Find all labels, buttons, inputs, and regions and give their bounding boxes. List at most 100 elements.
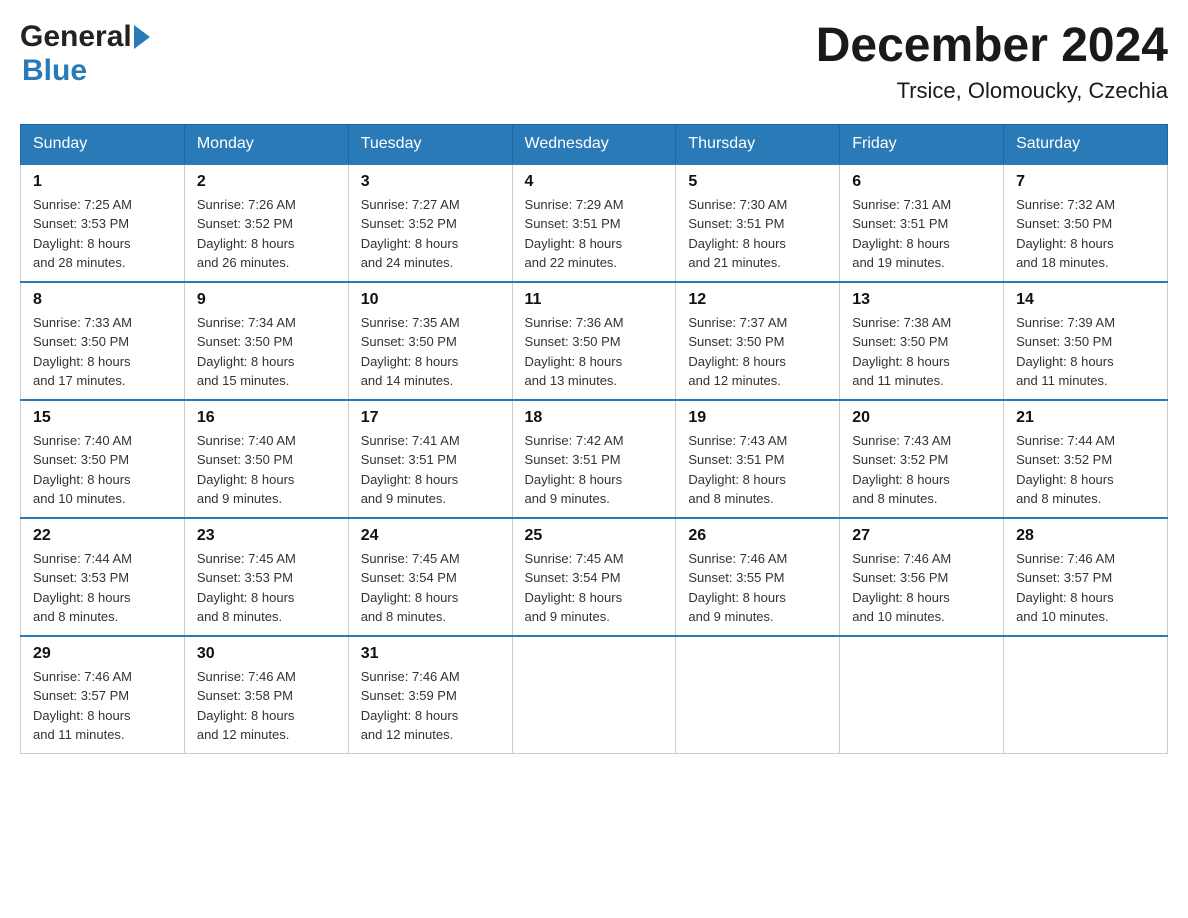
table-row: 15 Sunrise: 7:40 AM Sunset: 3:50 PM Dayl… — [21, 400, 185, 518]
header-monday: Monday — [184, 124, 348, 164]
day-info: Sunrise: 7:40 AM Sunset: 3:50 PM Dayligh… — [33, 431, 172, 509]
day-number: 14 — [1016, 291, 1155, 309]
table-row: 9 Sunrise: 7:34 AM Sunset: 3:50 PM Dayli… — [184, 282, 348, 400]
day-info: Sunrise: 7:33 AM Sunset: 3:50 PM Dayligh… — [33, 313, 172, 391]
day-number: 17 — [361, 409, 500, 427]
day-info: Sunrise: 7:30 AM Sunset: 3:51 PM Dayligh… — [688, 195, 827, 273]
day-number: 21 — [1016, 409, 1155, 427]
table-row: 16 Sunrise: 7:40 AM Sunset: 3:50 PM Dayl… — [184, 400, 348, 518]
day-info: Sunrise: 7:40 AM Sunset: 3:50 PM Dayligh… — [197, 431, 336, 509]
day-info: Sunrise: 7:27 AM Sunset: 3:52 PM Dayligh… — [361, 195, 500, 273]
day-info: Sunrise: 7:44 AM Sunset: 3:52 PM Dayligh… — [1016, 431, 1155, 509]
day-number: 12 — [688, 291, 827, 309]
day-number: 2 — [197, 173, 336, 191]
day-info: Sunrise: 7:46 AM Sunset: 3:55 PM Dayligh… — [688, 549, 827, 627]
day-number: 9 — [197, 291, 336, 309]
day-info: Sunrise: 7:26 AM Sunset: 3:52 PM Dayligh… — [197, 195, 336, 273]
day-info: Sunrise: 7:38 AM Sunset: 3:50 PM Dayligh… — [852, 313, 991, 391]
day-info: Sunrise: 7:43 AM Sunset: 3:52 PM Dayligh… — [852, 431, 991, 509]
table-row: 6 Sunrise: 7:31 AM Sunset: 3:51 PM Dayli… — [840, 164, 1004, 282]
day-number: 20 — [852, 409, 991, 427]
page-header: General Blue December 2024 Trsice, Olomo… — [20, 20, 1168, 104]
day-number: 7 — [1016, 173, 1155, 191]
day-number: 5 — [688, 173, 827, 191]
calendar-week-row: 22 Sunrise: 7:44 AM Sunset: 3:53 PM Dayl… — [21, 518, 1168, 636]
table-row — [1004, 636, 1168, 754]
day-info: Sunrise: 7:35 AM Sunset: 3:50 PM Dayligh… — [361, 313, 500, 391]
day-info: Sunrise: 7:45 AM Sunset: 3:53 PM Dayligh… — [197, 549, 336, 627]
calendar-week-row: 15 Sunrise: 7:40 AM Sunset: 3:50 PM Dayl… — [21, 400, 1168, 518]
day-number: 18 — [525, 409, 664, 427]
table-row: 3 Sunrise: 7:27 AM Sunset: 3:52 PM Dayli… — [348, 164, 512, 282]
day-info: Sunrise: 7:39 AM Sunset: 3:50 PM Dayligh… — [1016, 313, 1155, 391]
table-row: 25 Sunrise: 7:45 AM Sunset: 3:54 PM Dayl… — [512, 518, 676, 636]
table-row: 29 Sunrise: 7:46 AM Sunset: 3:57 PM Dayl… — [21, 636, 185, 754]
logo-chevron-icon — [134, 25, 150, 49]
table-row: 13 Sunrise: 7:38 AM Sunset: 3:50 PM Dayl… — [840, 282, 1004, 400]
day-info: Sunrise: 7:46 AM Sunset: 3:56 PM Dayligh… — [852, 549, 991, 627]
day-number: 4 — [525, 173, 664, 191]
day-number: 29 — [33, 645, 172, 663]
table-row: 4 Sunrise: 7:29 AM Sunset: 3:51 PM Dayli… — [512, 164, 676, 282]
day-number: 13 — [852, 291, 991, 309]
day-info: Sunrise: 7:32 AM Sunset: 3:50 PM Dayligh… — [1016, 195, 1155, 273]
table-row: 17 Sunrise: 7:41 AM Sunset: 3:51 PM Dayl… — [348, 400, 512, 518]
table-row: 30 Sunrise: 7:46 AM Sunset: 3:58 PM Dayl… — [184, 636, 348, 754]
day-info: Sunrise: 7:46 AM Sunset: 3:58 PM Dayligh… — [197, 667, 336, 745]
table-row: 23 Sunrise: 7:45 AM Sunset: 3:53 PM Dayl… — [184, 518, 348, 636]
day-info: Sunrise: 7:36 AM Sunset: 3:50 PM Dayligh… — [525, 313, 664, 391]
table-row: 14 Sunrise: 7:39 AM Sunset: 3:50 PM Dayl… — [1004, 282, 1168, 400]
day-info: Sunrise: 7:42 AM Sunset: 3:51 PM Dayligh… — [525, 431, 664, 509]
calendar-week-row: 8 Sunrise: 7:33 AM Sunset: 3:50 PM Dayli… — [21, 282, 1168, 400]
day-number: 1 — [33, 173, 172, 191]
day-info: Sunrise: 7:37 AM Sunset: 3:50 PM Dayligh… — [688, 313, 827, 391]
table-row: 19 Sunrise: 7:43 AM Sunset: 3:51 PM Dayl… — [676, 400, 840, 518]
day-number: 10 — [361, 291, 500, 309]
header-sunday: Sunday — [21, 124, 185, 164]
table-row — [676, 636, 840, 754]
day-info: Sunrise: 7:31 AM Sunset: 3:51 PM Dayligh… — [852, 195, 991, 273]
table-row: 18 Sunrise: 7:42 AM Sunset: 3:51 PM Dayl… — [512, 400, 676, 518]
day-info: Sunrise: 7:34 AM Sunset: 3:50 PM Dayligh… — [197, 313, 336, 391]
day-info: Sunrise: 7:45 AM Sunset: 3:54 PM Dayligh… — [361, 549, 500, 627]
table-row: 10 Sunrise: 7:35 AM Sunset: 3:50 PM Dayl… — [348, 282, 512, 400]
header-wednesday: Wednesday — [512, 124, 676, 164]
header-tuesday: Tuesday — [348, 124, 512, 164]
table-row: 11 Sunrise: 7:36 AM Sunset: 3:50 PM Dayl… — [512, 282, 676, 400]
day-number: 24 — [361, 527, 500, 545]
header-friday: Friday — [840, 124, 1004, 164]
day-number: 26 — [688, 527, 827, 545]
day-number: 19 — [688, 409, 827, 427]
table-row: 20 Sunrise: 7:43 AM Sunset: 3:52 PM Dayl… — [840, 400, 1004, 518]
table-row — [840, 636, 1004, 754]
day-info: Sunrise: 7:45 AM Sunset: 3:54 PM Dayligh… — [525, 549, 664, 627]
table-row: 22 Sunrise: 7:44 AM Sunset: 3:53 PM Dayl… — [21, 518, 185, 636]
day-number: 30 — [197, 645, 336, 663]
day-number: 31 — [361, 645, 500, 663]
day-number: 27 — [852, 527, 991, 545]
day-number: 15 — [33, 409, 172, 427]
calendar-week-row: 29 Sunrise: 7:46 AM Sunset: 3:57 PM Dayl… — [21, 636, 1168, 754]
day-number: 23 — [197, 527, 336, 545]
day-info: Sunrise: 7:43 AM Sunset: 3:51 PM Dayligh… — [688, 431, 827, 509]
calendar-table: Sunday Monday Tuesday Wednesday Thursday… — [20, 124, 1168, 754]
table-row: 21 Sunrise: 7:44 AM Sunset: 3:52 PM Dayl… — [1004, 400, 1168, 518]
day-number: 22 — [33, 527, 172, 545]
calendar-header-row: Sunday Monday Tuesday Wednesday Thursday… — [21, 124, 1168, 164]
logo-blue-text: Blue — [22, 54, 87, 87]
day-info: Sunrise: 7:46 AM Sunset: 3:57 PM Dayligh… — [33, 667, 172, 745]
table-row: 5 Sunrise: 7:30 AM Sunset: 3:51 PM Dayli… — [676, 164, 840, 282]
table-row: 24 Sunrise: 7:45 AM Sunset: 3:54 PM Dayl… — [348, 518, 512, 636]
day-number: 6 — [852, 173, 991, 191]
calendar-week-row: 1 Sunrise: 7:25 AM Sunset: 3:53 PM Dayli… — [21, 164, 1168, 282]
table-row — [512, 636, 676, 754]
table-row: 12 Sunrise: 7:37 AM Sunset: 3:50 PM Dayl… — [676, 282, 840, 400]
month-title: December 2024 — [816, 20, 1168, 73]
table-row: 31 Sunrise: 7:46 AM Sunset: 3:59 PM Dayl… — [348, 636, 512, 754]
day-number: 16 — [197, 409, 336, 427]
day-info: Sunrise: 7:46 AM Sunset: 3:59 PM Dayligh… — [361, 667, 500, 745]
day-number: 8 — [33, 291, 172, 309]
day-number: 3 — [361, 173, 500, 191]
header-saturday: Saturday — [1004, 124, 1168, 164]
table-row: 2 Sunrise: 7:26 AM Sunset: 3:52 PM Dayli… — [184, 164, 348, 282]
